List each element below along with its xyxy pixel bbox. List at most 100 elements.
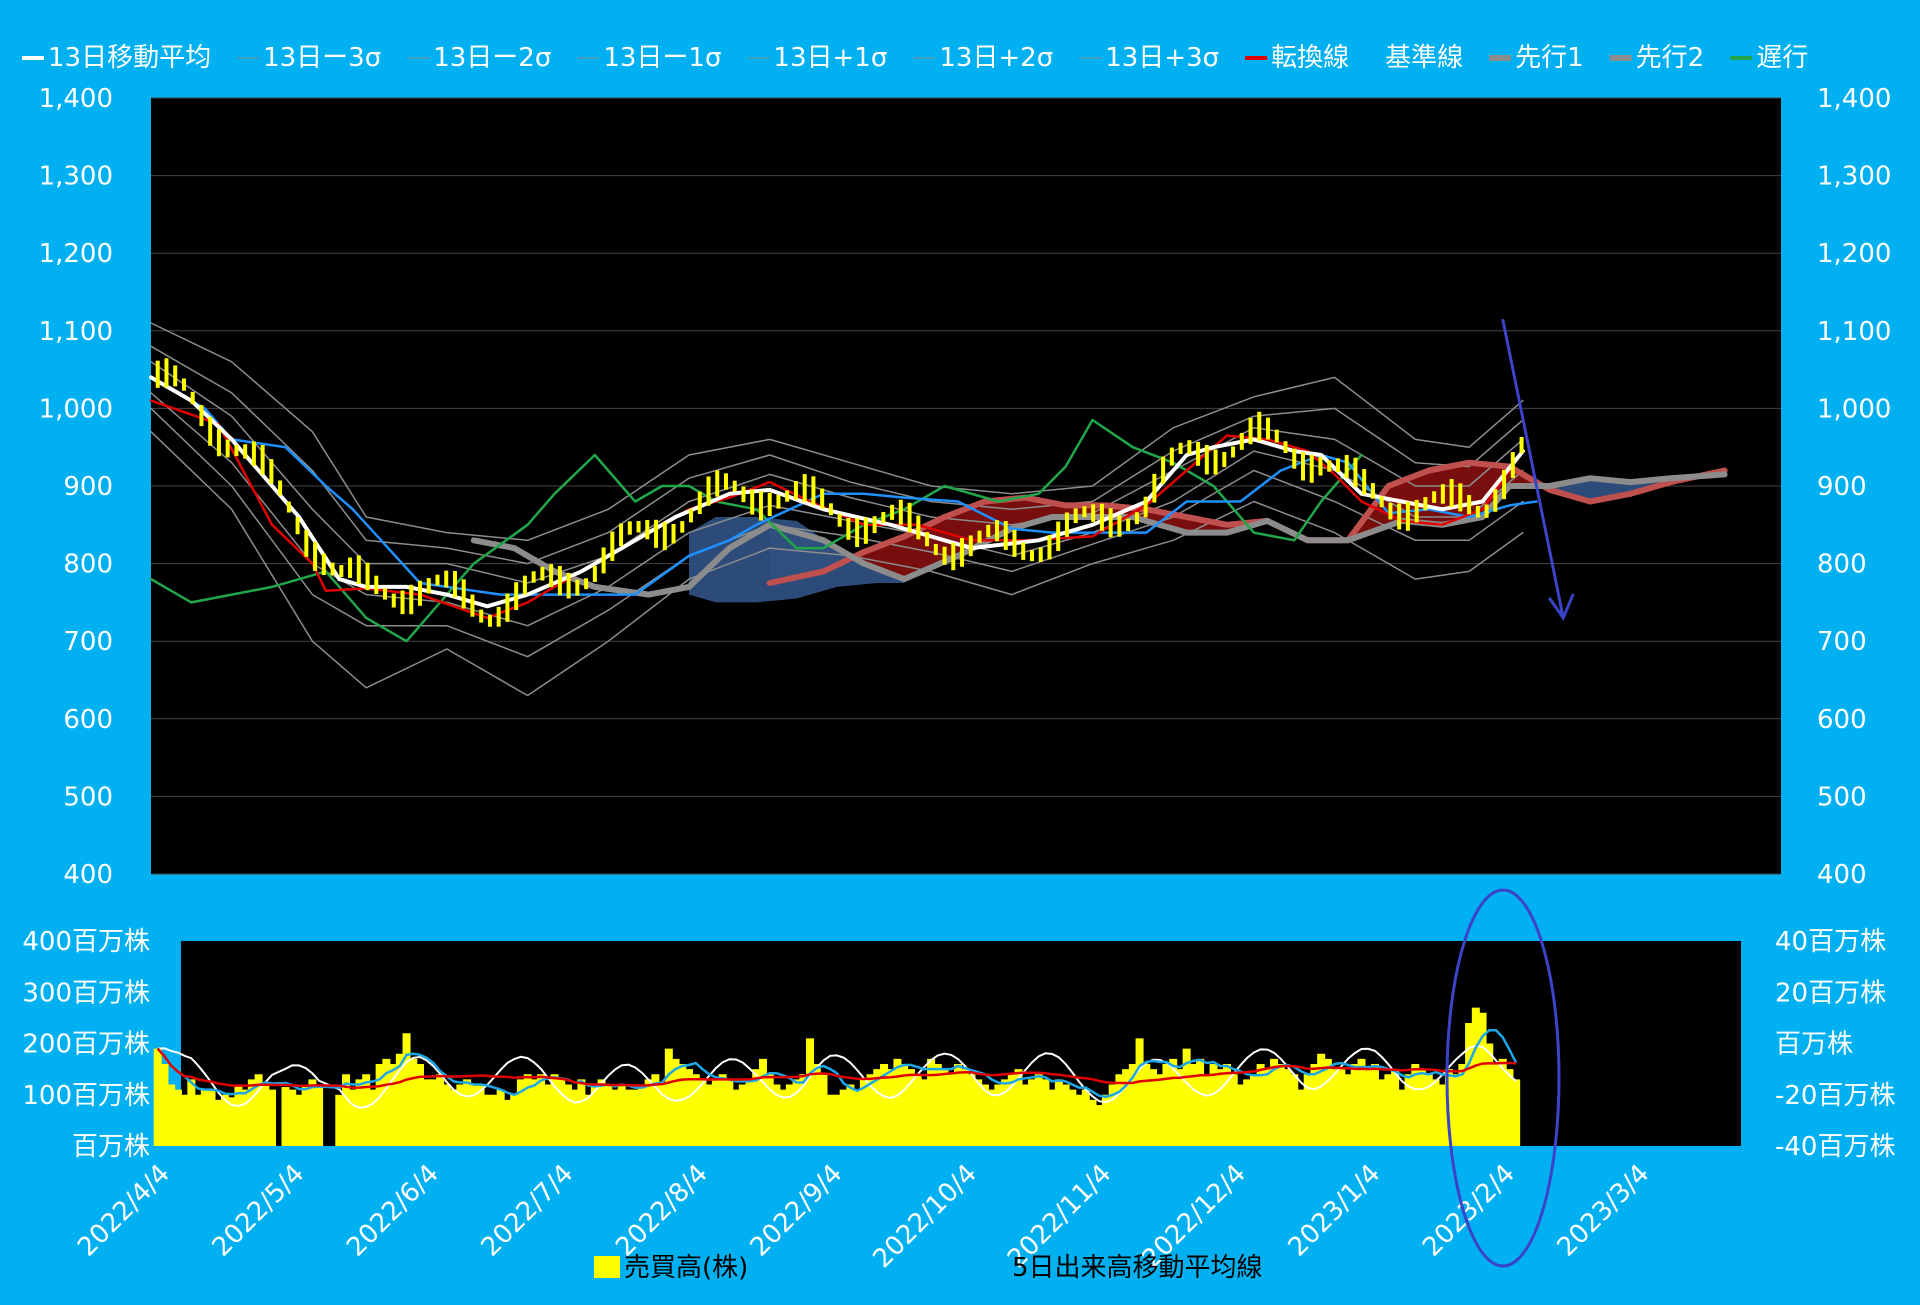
candle xyxy=(1484,504,1489,518)
candle xyxy=(348,557,353,578)
candle xyxy=(960,538,965,567)
y-tick-label: 800 xyxy=(63,550,113,580)
candle xyxy=(225,439,230,458)
candle xyxy=(496,606,501,627)
candle xyxy=(1423,497,1428,511)
candle xyxy=(470,594,475,617)
candle xyxy=(1012,529,1017,557)
candle xyxy=(1152,473,1157,503)
candle xyxy=(995,520,1000,542)
candle xyxy=(1440,484,1445,504)
candle xyxy=(479,609,484,623)
candle xyxy=(750,489,755,515)
candle xyxy=(942,546,947,565)
candle xyxy=(269,459,274,484)
candle xyxy=(1038,547,1043,563)
legend-label: 先行2 xyxy=(1636,43,1705,73)
candle xyxy=(785,490,790,502)
candle xyxy=(933,543,938,556)
candle xyxy=(304,530,309,557)
legend-label: 13日+2σ xyxy=(939,43,1053,73)
candle xyxy=(662,521,667,551)
candle xyxy=(164,358,169,388)
y-tick-label-right: 1,200 xyxy=(1817,239,1891,269)
y-tick-label-right: 800 xyxy=(1817,550,1867,580)
candle xyxy=(409,584,414,615)
candle xyxy=(1467,494,1472,515)
candle xyxy=(234,445,239,457)
candle xyxy=(1502,469,1507,500)
candle xyxy=(689,509,694,523)
y-tick-label: 1,300 xyxy=(39,162,113,192)
x-tick-label: 2022/9/4 xyxy=(745,1159,849,1263)
candle xyxy=(487,615,492,627)
candle xyxy=(549,564,554,588)
candle xyxy=(199,405,204,427)
volume-legend-label: 売買高(株) xyxy=(624,1253,748,1283)
candle xyxy=(1187,440,1192,455)
y-tick-label: 700 xyxy=(63,627,113,657)
candle xyxy=(977,530,982,543)
candle xyxy=(636,521,641,533)
y-tick-label-right: 1,400 xyxy=(1817,84,1891,114)
candle xyxy=(522,575,527,595)
candle xyxy=(330,562,335,576)
candle xyxy=(1091,504,1096,522)
candle xyxy=(1204,444,1209,475)
candle xyxy=(697,491,702,515)
legend-label: 13日+1σ xyxy=(773,43,887,73)
candle xyxy=(767,492,772,516)
candle xyxy=(1519,436,1524,454)
candle xyxy=(444,570,449,588)
x-tick-label: 2022/5/4 xyxy=(207,1159,311,1263)
x-tick-label: 2023/1/4 xyxy=(1283,1159,1387,1263)
volume-bar xyxy=(268,1089,277,1146)
volume-bar xyxy=(1512,1079,1521,1146)
candle xyxy=(855,517,860,547)
volume-y-axis-left: 百万株 100百万株 200百万株 300百万株 400百万株 xyxy=(22,927,150,1162)
candle xyxy=(1117,515,1122,537)
candle xyxy=(1064,512,1069,537)
candle xyxy=(374,575,379,595)
candle xyxy=(741,486,746,503)
candle xyxy=(1309,455,1314,483)
candle xyxy=(1143,496,1148,518)
candle xyxy=(627,521,632,535)
stock-chart: 13日移動平均 13日ー3σ 13日ー2σ 13日ー1σ 13日+1σ 13日+2σ 13日… xyxy=(22,43,1895,1283)
y-tick-label-right: 900 xyxy=(1817,472,1867,502)
candle xyxy=(514,582,519,611)
candle xyxy=(339,565,344,578)
candle xyxy=(1318,456,1323,476)
candle xyxy=(426,578,431,594)
candle xyxy=(321,553,326,576)
candle xyxy=(811,476,816,505)
y-tick-label: 500 xyxy=(63,782,113,812)
candle xyxy=(1335,458,1340,473)
y-tick-label-right: 600 xyxy=(1817,705,1867,735)
candle xyxy=(1056,521,1061,552)
candle xyxy=(286,501,291,513)
candle xyxy=(654,519,659,548)
price-y-axis-right: 400 500 600 700 800 900 1,000 1,100 1,200 1,300 1,… xyxy=(1817,84,1891,890)
candle xyxy=(1029,550,1034,562)
candle xyxy=(435,574,440,586)
candle xyxy=(1082,506,1087,518)
candle xyxy=(383,588,388,600)
candle xyxy=(243,444,248,459)
legend-label: 転換線 xyxy=(1271,43,1349,73)
candle xyxy=(706,476,711,506)
x-tick-label: 2023/3/4 xyxy=(1552,1159,1656,1263)
candle xyxy=(619,523,624,547)
candle xyxy=(758,491,763,521)
y-tick-label-right: 500 xyxy=(1817,782,1867,812)
candle xyxy=(365,562,370,591)
candle xyxy=(820,488,825,509)
candle xyxy=(1510,452,1515,478)
legend-label: 13日ー2σ xyxy=(433,43,551,73)
candle xyxy=(881,511,886,523)
x-tick-label: 2022/10/4 xyxy=(867,1159,982,1274)
candle xyxy=(1362,469,1367,495)
candle xyxy=(313,541,318,571)
y-tick-label: 1,200 xyxy=(39,239,113,269)
candle xyxy=(951,542,956,571)
